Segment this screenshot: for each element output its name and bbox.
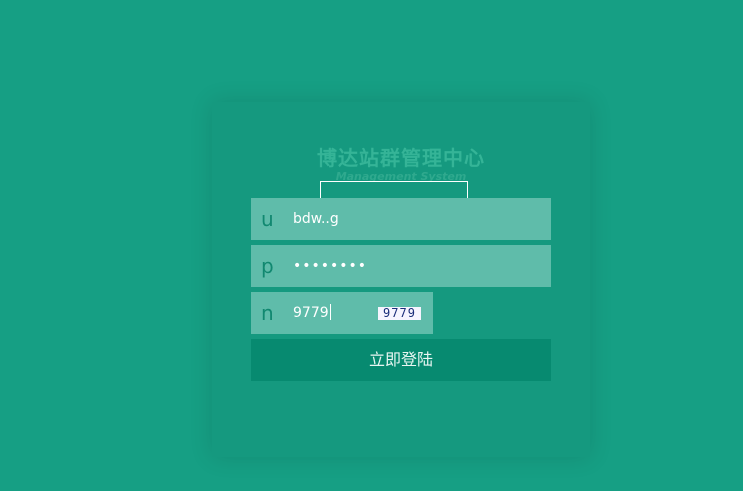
captcha-input[interactable]: 9779 — [293, 292, 331, 334]
captcha-image[interactable]: 9779 — [378, 307, 421, 320]
username-input[interactable]: bdw..g — [293, 198, 339, 240]
captcha-field[interactable]: n 9779 9779 — [251, 292, 433, 334]
captcha-icon: n — [261, 301, 274, 325]
username-field[interactable]: u bdw..g — [251, 198, 551, 240]
password-field[interactable]: p •••••••• — [251, 245, 551, 287]
subtitle-frame — [320, 181, 468, 199]
page-title: 博达站群管理中心 — [317, 146, 485, 170]
captcha-input-text: 9779 — [293, 305, 329, 321]
password-input[interactable]: •••••••• — [293, 245, 367, 287]
password-icon: p — [261, 254, 274, 278]
text-caret — [329, 304, 331, 320]
login-button[interactable]: 立即登陆 — [251, 339, 551, 381]
user-icon: u — [261, 207, 274, 231]
login-panel: 博达站群管理中心 Management System u bdw..g p ••… — [212, 102, 590, 457]
